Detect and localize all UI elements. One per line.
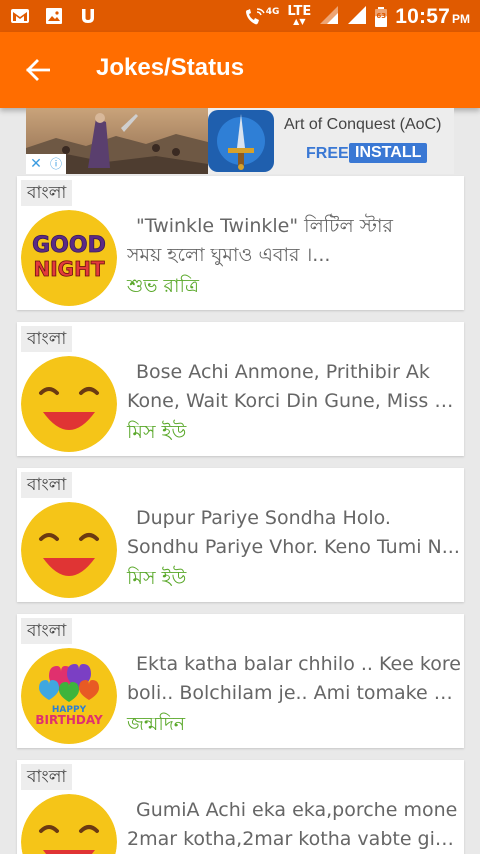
network-4g-label: 4G (265, 7, 280, 17)
ad-free-label: FREE (306, 145, 349, 162)
battery-icon: 63 (375, 7, 388, 27)
card-text-line-1: Dupur Pariye Sondha Holo. (136, 507, 391, 529)
card-text-line-1: GumiA Achi eka eka,porche mone (136, 799, 458, 821)
gmail-notification-icon (10, 6, 30, 26)
card-text-line-2: boli.. Bolchilam je.. Ami tomake bo... (127, 682, 461, 704)
smiley-thumbnail (21, 794, 117, 854)
arrow-left-icon (26, 59, 50, 81)
u-app-notification-icon (78, 6, 98, 26)
category-label: মিস ইউ (127, 567, 187, 589)
birthday-thumbnail: HAPPY BIRTHDAY (21, 648, 117, 744)
lte-icon: LTE ▲▼ (287, 4, 312, 26)
list-item[interactable]: বাংলা GumiA Achi eka eka,porche mone 2ma… (17, 760, 464, 854)
list-item[interactable]: বাংলা HAPPY BIRTHDAY Ekta katha balar ch… (17, 614, 464, 748)
signal-strength-icon-2 (347, 5, 367, 29)
card-text-line-2: সময় হলো ঘুমাও এবার ।... (127, 244, 331, 266)
status-bar: 4G LTE ▲▼ 63 10:57 PM (0, 0, 480, 32)
card-text-line-2: Kone, Wait Korci Din Gune, Miss K... (127, 390, 461, 412)
card-text-line-1: "Twinkle Twinkle" লিটিল স্টার (136, 215, 393, 237)
card-text-line-1: Ekta katha balar chhilo .. Kee kore (136, 653, 461, 675)
page-title: Jokes/Status (96, 54, 245, 81)
ad-info-icon[interactable]: ⓘ (46, 154, 66, 174)
ad-banner[interactable]: Art of Conquest (AoC) FREE INSTALL ✕ ⓘ (26, 108, 454, 174)
ad-close-icon[interactable]: ✕ (26, 154, 46, 174)
card-text: Ekta katha balar chhilo .. Kee kore boli… (127, 650, 461, 708)
language-tag: বাংলা (21, 326, 73, 352)
signal-strength-icon-1 (319, 5, 339, 29)
image-notification-icon (44, 6, 64, 26)
language-tag: বাংলা (21, 180, 73, 206)
card-text: "Twinkle Twinkle" লিটিল স্টার সময় হলো ঘ… (127, 212, 461, 270)
back-button[interactable] (18, 52, 58, 88)
list-item[interactable]: বাংলা Dupur Pariye Sondha Holo. Sondhu P… (17, 468, 464, 602)
card-text-line-1: Bose Achi Anmone, Prithibir Ak (136, 361, 430, 383)
battery-level: 63 (376, 12, 387, 20)
language-tag: বাংলা (21, 472, 73, 498)
smiley-thumbnail (21, 356, 117, 452)
list-item[interactable]: বাংলা GOOD NIGHT "Twinkle Twinkle" লিটিল… (17, 176, 464, 310)
clock-ampm: PM (452, 12, 470, 26)
list-item[interactable]: বাংলা Bose Achi Anmone, Prithibir Ak Kon… (17, 322, 464, 456)
card-text: Bose Achi Anmone, Prithibir Ak Kone, Wai… (127, 358, 461, 416)
good-night-text-1: GOOD (32, 233, 106, 258)
good-night-text-2: NIGHT (34, 257, 105, 281)
category-label: মিস ইউ (127, 421, 187, 443)
ad-app-name: Art of Conquest (AoC) (284, 116, 442, 133)
card-text: GumiA Achi eka eka,porche mone 2mar koth… (127, 796, 461, 854)
category-label: জন্মদিন (127, 713, 186, 735)
card-text-line-2: 2mar kotha,2mar kotha vabte giye... (127, 828, 461, 850)
language-tag: বাংলা (21, 764, 73, 790)
smiley-thumbnail (21, 502, 117, 598)
card-text-line-2: Sondhu Pariye Vhor. Keno Tumi N... (127, 536, 460, 558)
good-night-thumbnail: GOOD NIGHT (21, 210, 117, 306)
birthday-text-2: BIRTHDAY (35, 713, 103, 727)
card-text: Dupur Pariye Sondha Holo. Sondhu Pariye … (127, 504, 461, 562)
ad-app-icon (208, 110, 274, 172)
app-toolbar: Jokes/Status (0, 32, 480, 108)
category-label: শুভ রাত্রি (127, 275, 199, 297)
network-lte-label: LTE (287, 4, 312, 19)
clock-time: 10:57 (395, 5, 450, 28)
wifi-calling-icon: 4G (244, 7, 280, 27)
language-tag: বাংলা (21, 618, 73, 644)
ad-install-button[interactable]: INSTALL (349, 143, 428, 163)
